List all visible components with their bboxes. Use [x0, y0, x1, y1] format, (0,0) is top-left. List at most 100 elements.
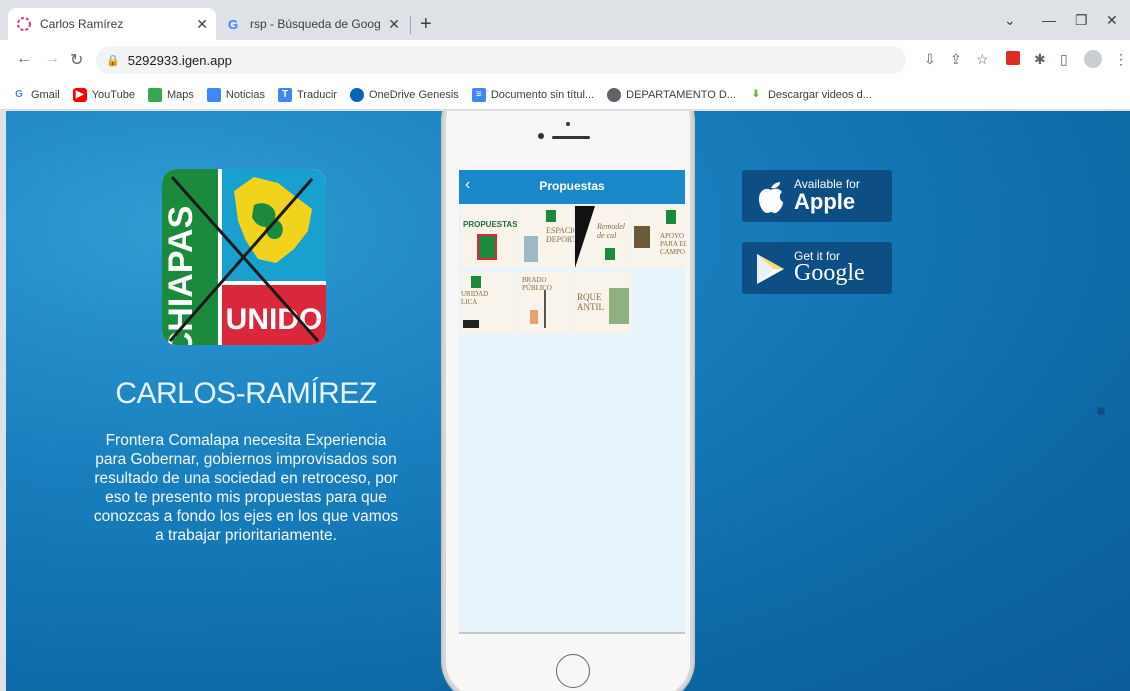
svg-text:G: G — [228, 17, 238, 32]
proposal-card[interactable]: ESPACIOS DEPORT — [518, 206, 574, 268]
google-play-button[interactable]: Get it for Google — [742, 242, 892, 294]
news-icon — [206, 87, 221, 102]
bookmark-star-icon[interactable]: ☆ — [976, 51, 989, 68]
tab-separator — [410, 16, 411, 34]
card-text: ESPACIOS DEPORT — [546, 226, 574, 244]
card-text: URIDAD LICA — [461, 290, 489, 306]
tab-search-icon[interactable]: ⌄ — [1004, 12, 1016, 29]
tab-title: rsp - Búsqueda de Google — [250, 17, 381, 31]
bookmark-label: Documento sin títul... — [490, 88, 595, 101]
card-vehicle — [463, 320, 479, 328]
install-app-icon[interactable]: ⇩ — [924, 51, 936, 68]
extensions-puzzle-icon[interactable]: ✱ — [1034, 51, 1046, 68]
card-photo — [609, 288, 629, 324]
chiapas-unido-logo: CHIAPAS UNIDO — [162, 169, 326, 345]
bookmark-label: DEPARTAMENTO D... — [626, 88, 736, 101]
card-text: RQUE ANTIL — [577, 292, 604, 312]
card-text: APOYO PARA EL CAMPO — [660, 232, 687, 256]
close-window-icon[interactable]: ✕ — [1106, 12, 1118, 29]
browser-window: Carlos Ramírez ✕ G rsp - Búsqueda de Goo… — [0, 0, 1130, 691]
page-title: CARLOS-RAMÍREZ — [115, 377, 377, 410]
close-tab-icon[interactable]: ✕ — [388, 16, 400, 33]
close-tab-icon[interactable]: ✕ — [196, 16, 208, 33]
bookmark-label: Noticias — [225, 88, 265, 101]
bookmark-documento[interactable]: ≡ Documento sin títul... — [471, 87, 595, 102]
phone-screen: ‹ Propuestas PROPUESTAS ESPACIOS DEPORT — [459, 170, 687, 634]
bookmark-label: Gmail — [31, 88, 60, 101]
url-text: 5292933.igen.app — [127, 52, 232, 68]
apple-store-button[interactable]: Available for Apple — [742, 170, 892, 222]
profile-avatar-icon[interactable] — [1084, 50, 1102, 68]
share-icon[interactable]: ⇪ — [950, 51, 962, 68]
proposal-card[interactable]: URIDAD LICA — [461, 272, 517, 334]
google-play-icon — [757, 254, 784, 284]
bookmark-traducir[interactable]: T Traducir — [278, 87, 337, 102]
card-road — [575, 206, 595, 268]
bookmark-noticias[interactable]: Noticias — [206, 87, 265, 102]
card-illustration — [524, 236, 538, 262]
tab-strip: Carlos Ramírez ✕ G rsp - Búsqueda de Goo… — [0, 0, 1130, 40]
bookmarks-bar: G Gmail ▶ YouTube Maps Noticias T Traducir … — [0, 80, 1130, 110]
address-bar[interactable]: 🔒 5292933.igen.app — [96, 46, 906, 74]
bookmark-gmail[interactable]: G Gmail — [12, 88, 60, 102]
card-logo — [605, 248, 615, 260]
proposal-card[interactable]: PROPUESTAS — [461, 206, 517, 268]
bookmark-descargar[interactable]: ⬇ Descargar videos d... — [749, 88, 872, 102]
tab-google-search[interactable]: G rsp - Búsqueda de Google ✕ — [218, 8, 408, 40]
app-header: ‹ Propuestas — [459, 170, 685, 204]
bookmark-youtube[interactable]: ▶ YouTube — [72, 87, 135, 102]
bookmark-label: Maps — [166, 88, 194, 101]
toolbar: ← → ↻ 🔒 5292933.igen.app ⇩ ⇪ ☆ ✱ ▯ ⋮ — [0, 40, 1130, 80]
tab-carlos-ramirez[interactable]: Carlos Ramírez ✕ — [8, 8, 216, 40]
reload-icon[interactable]: ↻ — [70, 50, 83, 70]
menu-kebab-icon[interactable]: ⋮ — [1114, 51, 1128, 68]
screen-bottom-border — [459, 632, 685, 634]
phone-mockup: ‹ Propuestas PROPUESTAS ESPACIOS DEPORT — [443, 111, 693, 691]
new-tab-icon[interactable]: + — [420, 14, 432, 34]
back-arrow-icon[interactable]: ← — [16, 50, 32, 68]
page-description: Frontera Comalapa necesita Experiencia p… — [93, 432, 399, 544]
apple-store-line2: Apple — [794, 189, 856, 214]
page-content: CHIAPAS UNIDO CARLOS-RAMÍREZ Frontera Co… — [6, 111, 1130, 691]
bookmark-departamento[interactable]: DEPARTAMENTO D... — [607, 87, 736, 102]
card-text: Remodel de cal — [597, 222, 625, 240]
card-worker — [530, 310, 538, 324]
phone-camera — [566, 122, 570, 126]
pdf-extension-icon[interactable] — [1006, 51, 1020, 65]
card-photo — [634, 226, 650, 248]
site-favicon-icon — [17, 17, 31, 31]
phone-home-button[interactable] — [556, 654, 590, 688]
proposal-card[interactable]: BRADO PÚBLICO — [518, 272, 574, 334]
google-play-line2: Google — [794, 260, 865, 286]
side-panel-icon[interactable]: ▯ — [1060, 51, 1068, 68]
card-lamp-post — [544, 290, 546, 328]
restore-icon[interactable]: ❐ — [1075, 12, 1088, 29]
lock-icon: 🔒 — [106, 54, 120, 67]
proposal-card[interactable]: RQUE ANTIL — [575, 272, 631, 334]
onedrive-icon — [349, 87, 364, 102]
proposal-card[interactable]: Remodel de cal — [575, 206, 631, 268]
card-text: BRADO PÚBLICO — [522, 276, 552, 292]
card-logo — [471, 276, 481, 288]
bookmark-label: OneDrive Genesis — [368, 88, 459, 101]
card-logo — [666, 210, 676, 224]
translate-icon: T — [278, 87, 292, 102]
google-favicon-icon: G — [228, 17, 238, 32]
forward-arrow-icon[interactable]: → — [44, 50, 60, 68]
card-text: PROPUESTAS — [463, 220, 517, 229]
logo-side-text: CHIAPAS — [162, 206, 200, 345]
minimize-icon[interactable]: — — [1042, 12, 1056, 28]
bookmark-maps[interactable]: Maps — [147, 87, 194, 102]
youtube-icon: ▶ — [72, 87, 87, 102]
card-logo — [546, 210, 556, 222]
docs-icon: ≡ — [471, 87, 486, 102]
apple-logo-icon — [759, 182, 783, 213]
bookmark-label: Descargar videos d... — [767, 88, 872, 101]
bookmark-onedrive[interactable]: OneDrive Genesis — [349, 87, 459, 102]
logo-graphic: CHIAPAS UNIDO — [162, 169, 326, 345]
gmail-icon: G — [15, 89, 23, 100]
proposal-card[interactable]: APOYO PARA EL CAMPO — [632, 206, 687, 268]
maps-icon — [147, 87, 162, 102]
tab-title: Carlos Ramírez — [40, 17, 124, 31]
card-logo — [477, 234, 497, 260]
